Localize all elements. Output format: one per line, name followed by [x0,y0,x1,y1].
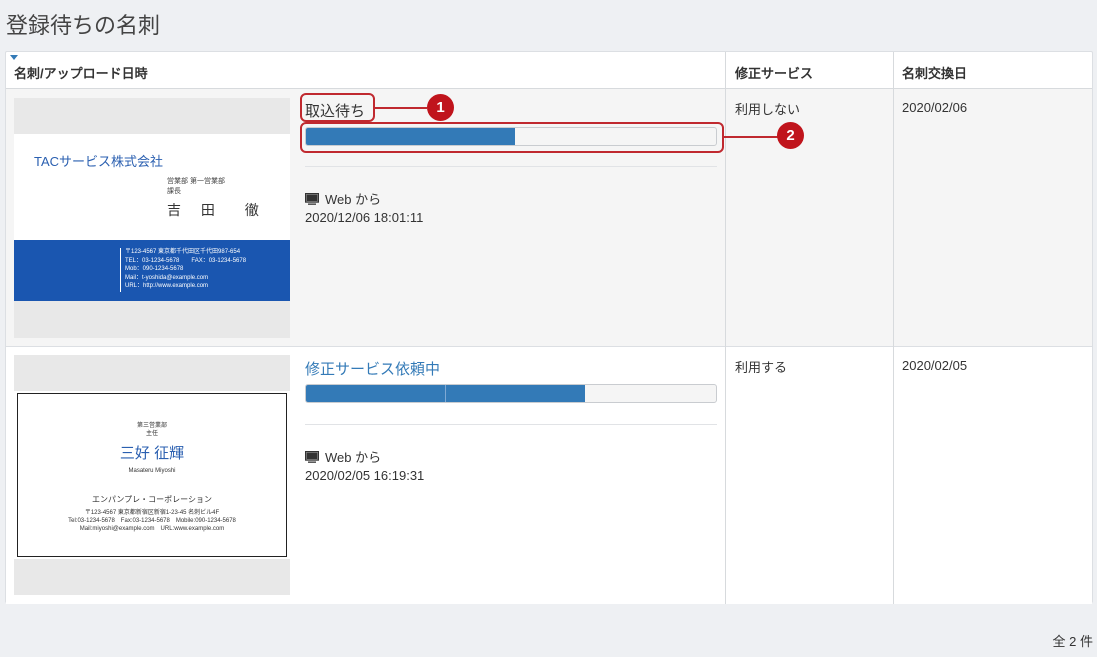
callout-connector [724,136,778,138]
card-contact-info: 〒123-4567 東京都新宿区新宿1-23-45 名刺ビル4F Tel:03-… [68,510,236,532]
divider [305,424,717,425]
upload-source: Web から [304,189,382,208]
card-person-roman: Masateru Miyoshi [128,468,176,474]
sort-caret-icon[interactable] [10,55,18,60]
divider [305,166,717,167]
monitor-icon [304,192,320,208]
card-role-text: 主任 [145,431,158,437]
highlight-progress [300,122,724,153]
business-card-image: 第三営業部 主任 三好 征輝 Masateru Miyoshi エンパンプレ・コ… [14,391,290,559]
card-person-name: 吉 田 徹 [167,202,267,218]
status-link[interactable]: 修正サービス依頼中 [305,358,440,379]
highlight-status [300,93,375,122]
card-dept: 第三営業部 主任 [18,422,286,438]
card-role-text: 課長 [167,188,181,195]
upload-source: Web から [304,447,382,466]
card-person-name: 三好 征輝 [119,445,185,462]
monitor-icon [304,450,320,466]
header-correction-service[interactable]: 修正サービス [735,63,813,82]
upload-source-text: Web から [325,192,382,207]
exchange-date: 2020/02/06 [902,100,968,115]
callout-badge-2: 2 [777,122,804,149]
card-company: TACサービス株式会社 [34,154,164,169]
callout-connector [375,107,427,109]
card-thumbnail[interactable]: TACサービス株式会社 営業部 第一営業部 課長 吉 田 徹 〒123-4567… [14,98,290,338]
card-contact-info: 〒123-4567 東京都千代田区千代田987-654 TEL：03-1234-… [125,249,247,290]
column-divider [893,52,894,604]
card-divider [120,248,121,292]
upload-datetime: 2020/12/06 18:01:11 [305,210,424,225]
page-title: 登録待ちの名刺 [6,13,161,38]
total-count: 全 2 件 [1052,634,1093,649]
card-dept-text: 第三営業部 [136,423,167,429]
pending-cards-table: 名刺/アップロード日時 修正サービス 名刺交換日 TACサービス株式会社 営業部… [5,51,1093,604]
card-dept-text: 営業部 第一営業部 [167,178,225,185]
card-dept: 営業部 第一営業部 課長 [167,177,225,197]
card-border: 第三営業部 主任 三好 征輝 Masateru Miyoshi エンパンプレ・コ… [17,393,287,557]
upload-source-text: Web から [325,450,382,465]
business-card-image: TACサービス株式会社 営業部 第一営業部 課長 吉 田 徹 〒123-4567… [14,134,290,301]
progress-bar [305,384,717,403]
header-card-upload[interactable]: 名刺/アップロード日時 [14,63,148,82]
table-row[interactable]: 第三営業部 主任 三好 征輝 Masateru Miyoshi エンパンプレ・コ… [6,347,1092,604]
card-contact-band: 〒123-4567 東京都千代田区千代田987-654 TEL：03-1234-… [14,240,290,301]
column-divider [725,52,726,604]
header-exchange-date[interactable]: 名刺交換日 [902,63,967,82]
upload-datetime: 2020/02/05 16:19:31 [305,468,425,483]
exchange-date: 2020/02/05 [902,358,968,373]
card-company: エンパンプレ・コーポレーション [92,495,212,504]
service-usage: 利用しない [735,102,801,117]
card-thumbnail[interactable]: 第三営業部 主任 三好 征輝 Masateru Miyoshi エンパンプレ・コ… [14,355,290,595]
service-usage: 利用する [735,360,788,375]
table-header: 名刺/アップロード日時 修正サービス 名刺交換日 [6,52,1092,89]
progress-segment-divider [445,385,446,402]
callout-badge-1: 1 [427,94,454,121]
